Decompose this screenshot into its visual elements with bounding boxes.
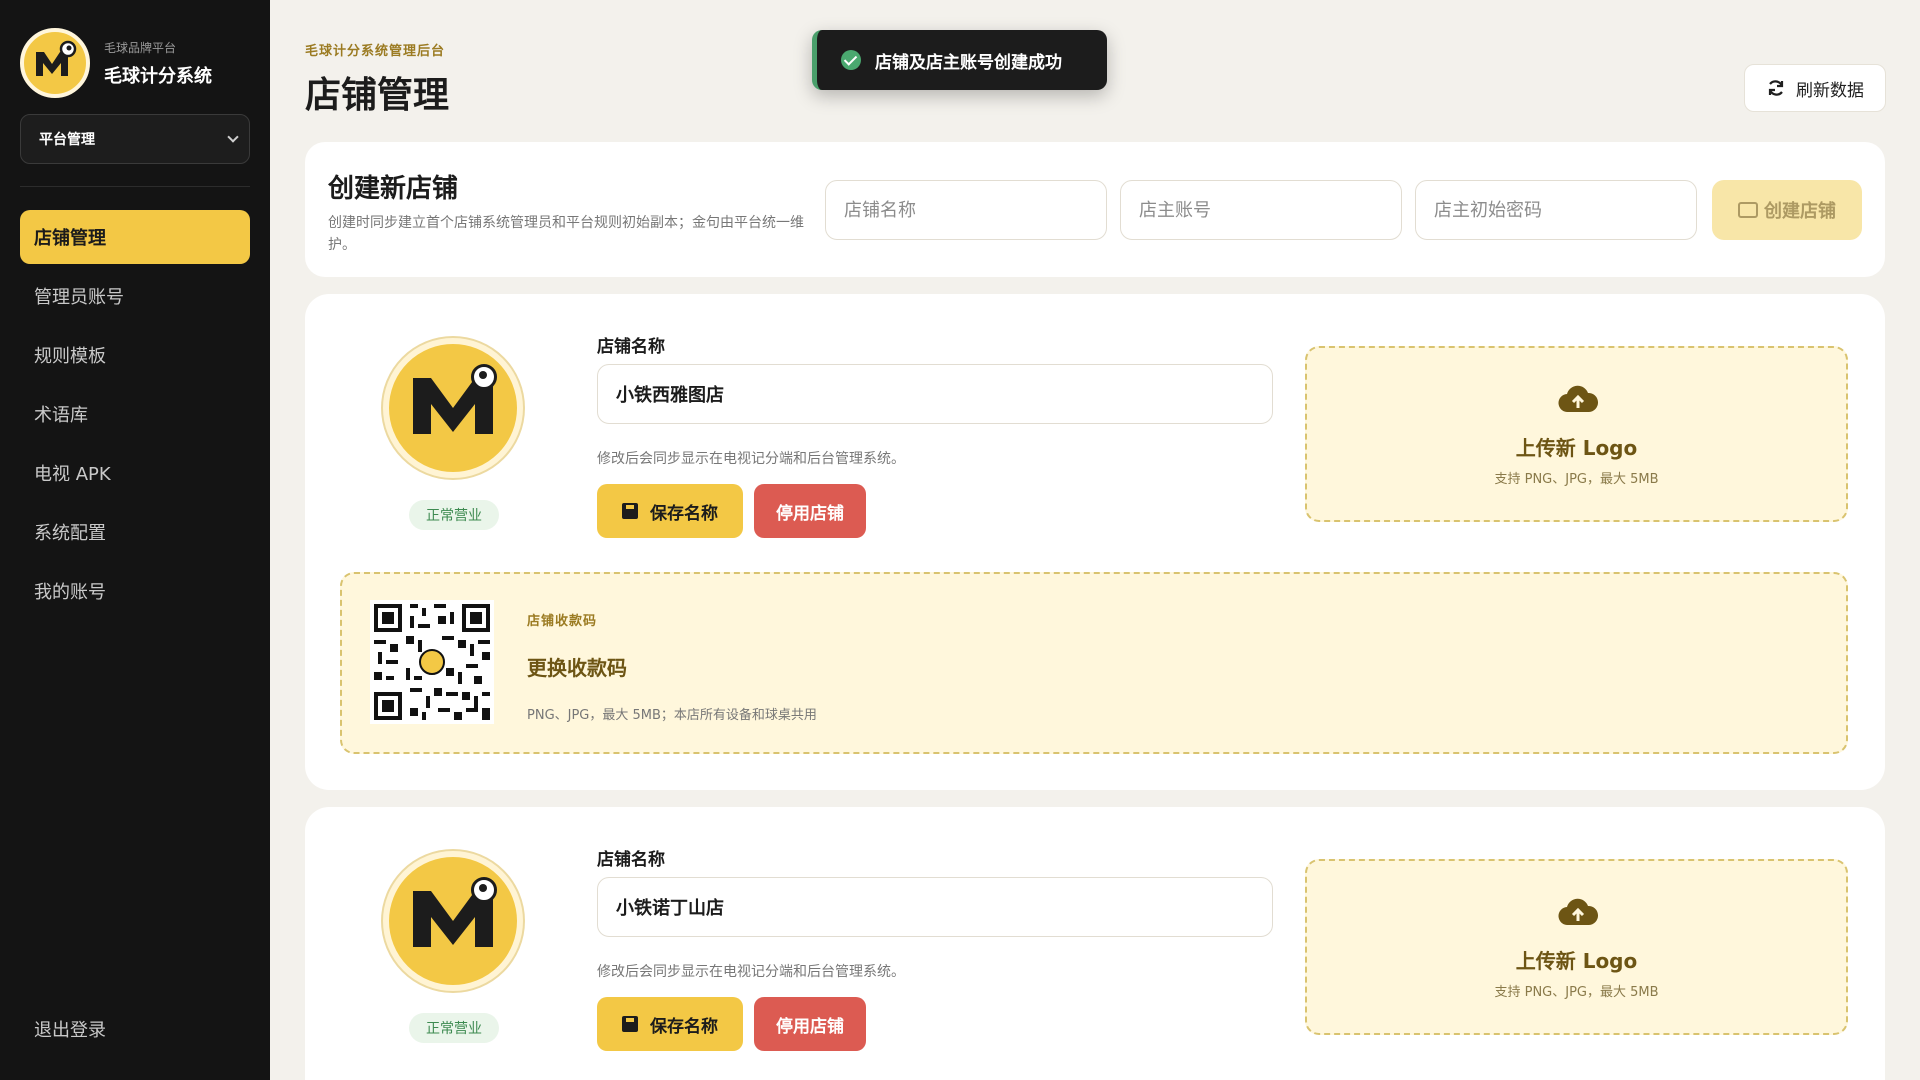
replace-qr-title: 更换收款码 [527, 656, 627, 680]
create-store-description: 创建时同步建立首个店铺系统管理员和平台规则初始副本；金句由平台统一维护。 [328, 215, 804, 253]
sidebar-item-stores[interactable]: 店铺管理 [20, 210, 250, 264]
store-name-field[interactable] [597, 877, 1273, 937]
upload-logo-title: 上传新 Logo [1515, 436, 1638, 460]
create-store-card: 创建新店铺 创建时同步建立首个店铺系统管理员和平台规则初始副本；金句由平台统一维… [305, 142, 1885, 277]
brand-subtitle: 毛球品牌平台 [104, 40, 177, 55]
save-name-button[interactable]: 保存名称 [597, 997, 743, 1051]
owner-account-input[interactable] [1120, 180, 1402, 240]
store-name-label: 店铺名称 [597, 850, 665, 870]
upload-logo-hint: 支持 PNG、JPG，最大 5MB [1494, 985, 1659, 1000]
save-name-button-label: 保存名称 [650, 503, 718, 524]
chevron-down-icon [227, 131, 239, 143]
payment-qr-dropzone[interactable]: 店铺收款码 更换收款码 PNG、JPG，最大 5MB；本店所有设备和球桌共用 [340, 572, 1848, 754]
sidebar-item-system-config[interactable]: 系统配置 [20, 505, 250, 559]
page-title: 店铺管理 [305, 75, 450, 116]
logout-link[interactable]: 退出登录 [34, 1016, 106, 1042]
sidebar-item-my-account[interactable]: 我的账号 [20, 564, 250, 618]
owner-password-input[interactable] [1415, 180, 1697, 240]
success-toast: 店铺及店主账号创建成功 [812, 30, 1107, 90]
upload-logo-dropzone[interactable]: 上传新 Logo 支持 PNG、JPG，最大 5MB [1305, 859, 1848, 1035]
upload-logo-dropzone[interactable]: 上传新 Logo 支持 PNG、JPG，最大 5MB [1305, 346, 1848, 522]
sidebar: 毛球品牌平台 毛球计分系统 平台管理 店铺管理 管理员账号 规则模板 术语库 电… [0, 0, 270, 1080]
check-circle-icon [841, 50, 861, 70]
create-store-button[interactable]: 创建店铺 [1712, 180, 1862, 240]
create-store-button-label: 创建店铺 [1764, 201, 1836, 222]
store-icon [1738, 202, 1758, 218]
sidebar-item-glossary[interactable]: 术语库 [20, 387, 250, 441]
sidebar-nav: 店铺管理 管理员账号 规则模板 术语库 电视 APK 系统配置 我的账号 [20, 210, 250, 623]
store-logo [383, 851, 523, 991]
disable-store-button[interactable]: 停用店铺 [754, 484, 866, 538]
disable-store-button[interactable]: 停用店铺 [754, 997, 866, 1051]
sidebar-item-rule-templates[interactable]: 规则模板 [20, 328, 250, 382]
save-icon [622, 503, 638, 519]
status-badge: 正常营业 [409, 500, 499, 530]
store-card: 正常营业 店铺名称 修改后会同步显示在电视记分端和后台管理系统。 保存名称 停用… [305, 294, 1885, 790]
save-name-button[interactable]: 保存名称 [597, 484, 743, 538]
refresh-icon [1768, 80, 1784, 96]
upload-logo-hint: 支持 PNG、JPG，最大 5MB [1494, 472, 1659, 487]
scope-select-value: 平台管理 [39, 132, 95, 148]
qr-hint: PNG、JPG，最大 5MB；本店所有设备和球桌共用 [527, 708, 817, 723]
brand-logo [20, 28, 90, 98]
refresh-button-label: 刷新数据 [1796, 80, 1864, 101]
status-badge: 正常营业 [409, 1013, 499, 1043]
cloud-upload-icon [1558, 385, 1598, 413]
cloud-upload-icon [1558, 898, 1598, 926]
toast-message: 店铺及店主账号创建成功 [875, 52, 1062, 73]
sidebar-item-tv-apk[interactable]: 电视 APK [20, 446, 250, 500]
save-icon [622, 1016, 638, 1032]
qr-eyebrow: 店铺收款码 [527, 614, 598, 629]
store-name-hint: 修改后会同步显示在电视记分端和后台管理系统。 [597, 964, 905, 980]
store-card: 正常营业 店铺名称 修改后会同步显示在电视记分端和后台管理系统。 保存名称 停用… [305, 807, 1885, 1080]
qr-code-image [370, 600, 494, 724]
save-name-button-label: 保存名称 [650, 1016, 718, 1037]
sidebar-divider [20, 186, 250, 187]
store-name-hint: 修改后会同步显示在电视记分端和后台管理系统。 [597, 451, 905, 467]
upload-logo-title: 上传新 Logo [1515, 949, 1638, 973]
brand: 毛球品牌平台 毛球计分系统 [20, 28, 212, 98]
store-name-field[interactable] [597, 364, 1273, 424]
store-name-label: 店铺名称 [597, 337, 665, 357]
page-eyebrow: 毛球计分系统管理后台 [305, 44, 446, 59]
sidebar-item-admins[interactable]: 管理员账号 [20, 269, 250, 323]
create-store-title: 创建新店铺 [328, 174, 459, 204]
scope-select[interactable]: 平台管理 [20, 114, 250, 164]
refresh-button[interactable]: 刷新数据 [1744, 64, 1886, 112]
store-logo [383, 338, 523, 478]
brand-title: 毛球计分系统 [104, 65, 212, 87]
store-name-input[interactable] [825, 180, 1107, 240]
